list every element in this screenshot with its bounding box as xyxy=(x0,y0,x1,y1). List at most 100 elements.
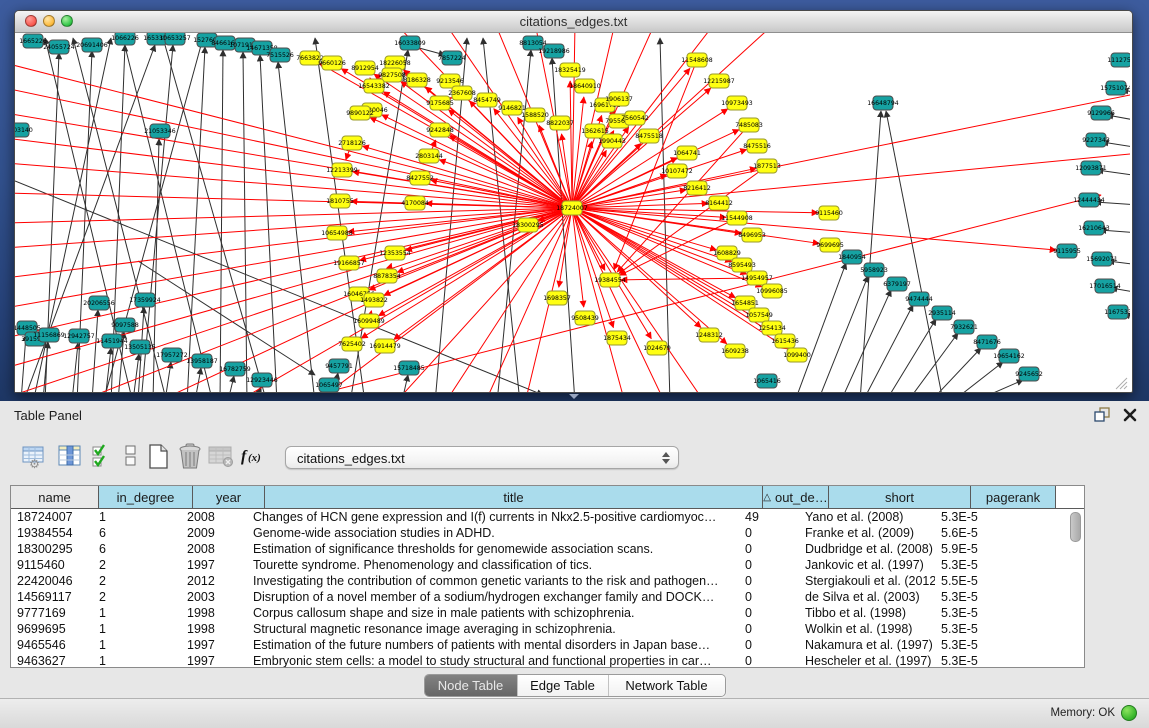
graph-node[interactable]: 15718485 xyxy=(393,361,425,375)
graph-node[interactable]: 1112753 xyxy=(1107,53,1130,67)
graph-node[interactable]: 9097588 xyxy=(111,318,139,332)
graph-node[interactable]: 10107472 xyxy=(661,164,693,178)
graph-node[interactable]: 9227343 xyxy=(1082,133,1110,147)
graph-node[interactable]: 7625402 xyxy=(338,337,366,351)
graph-node[interactable]: 1254134 xyxy=(758,321,786,335)
graph-node[interactable]: 1248312 xyxy=(695,328,723,342)
table-cell[interactable]: 1998 xyxy=(181,606,247,620)
select-rows-icon[interactable] xyxy=(90,443,114,469)
table-cell[interactable]: Estimation of the future numbers of pati… xyxy=(247,638,739,652)
graph-node[interactable]: 8878354 xyxy=(373,269,401,283)
table-cell[interactable]: 0 xyxy=(739,654,799,668)
graph-node[interactable]: 7515526 xyxy=(266,48,294,62)
graph-node[interactable]: 15751074 xyxy=(1100,81,1130,95)
vertical-scrollbar-thumb[interactable] xyxy=(1070,512,1081,542)
graph-node[interactable]: 13958187 xyxy=(186,354,218,368)
graph-node[interactable]: 12923446 xyxy=(246,373,278,387)
table-cell[interactable]: 2008 xyxy=(181,542,247,556)
table-cell[interactable]: 0 xyxy=(739,558,799,572)
column-header-name[interactable]: name xyxy=(11,486,99,508)
network-window-titlebar[interactable]: citations_edges.txt xyxy=(15,11,1132,33)
table-cell[interactable]: 9115460 xyxy=(11,558,93,572)
table-cell[interactable]: 18724007 xyxy=(11,510,93,524)
table-cell[interactable]: Estimation of significance thresholds fo… xyxy=(247,542,739,556)
column-header-indegree[interactable]: in_degree xyxy=(99,486,193,508)
column-header-year[interactable]: year xyxy=(193,486,265,508)
table-cell[interactable]: Jankovic et al. (1997) xyxy=(799,558,935,572)
graph-node[interactable]: 1493822 xyxy=(360,293,388,307)
table-cell[interactable]: Changes of HCN gene expression and I(f) … xyxy=(247,510,739,524)
table-cell[interactable]: 1 xyxy=(93,510,181,524)
graph-node[interactable]: 1057549 xyxy=(745,308,773,322)
graph-node[interactable]: 9129966 xyxy=(1087,106,1115,120)
graph-node[interactable]: 1877513 xyxy=(753,159,781,173)
table-row[interactable]: 1938455462009Genome-wide association stu… xyxy=(11,525,1084,541)
graph-node[interactable]: 8496953 xyxy=(738,228,766,242)
graph-node[interactable]: 9660126 xyxy=(318,56,346,70)
graph-node[interactable]: 1615436 xyxy=(771,334,799,348)
table-cell[interactable]: 1998 xyxy=(181,622,247,636)
graph-node[interactable]: 1167533 xyxy=(1104,305,1130,319)
graph-node[interactable]: 1065416 xyxy=(753,374,781,388)
table-cell[interactable]: 9465546 xyxy=(11,638,93,652)
table-cell[interactable]: 5.3E-5 xyxy=(935,606,1014,620)
table-cell[interactable]: 2008 xyxy=(181,510,247,524)
graph-node[interactable]: 16099489 xyxy=(353,314,385,328)
column-header-short[interactable]: short xyxy=(829,486,971,508)
graph-node[interactable]: 8475518 xyxy=(635,129,663,143)
table-cell[interactable]: 0 xyxy=(739,542,799,556)
table-cell[interactable]: 2 xyxy=(93,574,181,588)
column-header-title[interactable]: title xyxy=(265,486,763,508)
graph-node[interactable]: 8427552 xyxy=(406,171,434,185)
graph-node[interactable]: 1906137 xyxy=(605,92,633,106)
graph-node[interactable]: 12215987 xyxy=(703,74,735,88)
graph-node[interactable]: 9242848 xyxy=(426,123,454,137)
table-row[interactable]: 1872400712008Changes of HCN gene express… xyxy=(11,509,1084,525)
network-canvas[interactable]: 1872400776638229660126891295418226058982… xyxy=(15,33,1130,392)
table-cell[interactable]: Tourette syndrome. Phenomenology and cla… xyxy=(247,558,739,572)
table-cell[interactable]: 1 xyxy=(93,638,181,652)
graph-node[interactable]: 9175685 xyxy=(426,96,454,110)
network-window[interactable]: citations_edges.txt 18724007766382296601… xyxy=(14,10,1133,393)
graph-node[interactable]: 12213399 xyxy=(326,163,358,177)
graph-node[interactable]: 8454749 xyxy=(473,93,501,107)
table-cell[interactable]: 5.3E-5 xyxy=(935,622,1014,636)
table-cell[interactable]: 5.5E-5 xyxy=(935,574,1014,588)
table-cell[interactable]: 5.9E-5 xyxy=(935,542,1014,556)
graph-node[interactable]: 7560542 xyxy=(621,111,649,125)
graph-node[interactable]: 9890122 xyxy=(346,106,374,120)
table-cell[interactable]: Investigating the contribution of common… xyxy=(247,574,739,588)
graph-node[interactable]: 1810755 xyxy=(326,194,354,208)
table-cell[interactable]: 9699695 xyxy=(11,622,93,636)
graph-node[interactable]: 1875434 xyxy=(603,331,631,345)
table-cell[interactable]: 2 xyxy=(93,590,181,604)
graph-node[interactable]: 16033809 xyxy=(394,36,426,50)
split-pane-handle[interactable] xyxy=(569,394,579,399)
column-header-pagerank[interactable]: pagerank xyxy=(971,486,1056,508)
graph-node[interactable]: 21053346 xyxy=(144,124,176,138)
table-cell[interactable]: 0 xyxy=(739,638,799,652)
table-cell[interactable]: de Silva et al. (2003) xyxy=(799,590,935,604)
graph-node[interactable]: 7932621 xyxy=(950,320,978,334)
graph-node[interactable]: 8216412 xyxy=(683,181,711,195)
graph-node[interactable]: 1066226 xyxy=(111,33,139,45)
graph-node[interactable]: 11548608 xyxy=(681,53,713,67)
graph-node[interactable]: 12093871 xyxy=(1075,161,1107,175)
graph-node[interactable]: 8186328 xyxy=(403,73,431,87)
table-cell[interactable]: 1 xyxy=(93,654,181,668)
table-cell[interactable]: 5.6E-5 xyxy=(935,526,1014,540)
table-cell[interactable]: 5.3E-5 xyxy=(935,590,1014,604)
graph-node[interactable]: 9508439 xyxy=(571,311,599,325)
table-cell[interactable]: Tibbo et al. (1998) xyxy=(799,606,935,620)
graph-node[interactable]: 8164412 xyxy=(705,196,733,210)
graph-node[interactable]: 10654162 xyxy=(993,349,1025,363)
graph-node[interactable]: 12942757 xyxy=(63,329,95,343)
table-cell[interactable]: 0 xyxy=(739,574,799,588)
close-panel-icon[interactable] xyxy=(1123,408,1137,422)
table-cell[interactable]: 9463627 xyxy=(11,654,93,668)
table-cell[interactable]: 1997 xyxy=(181,638,247,652)
table-cell[interactable]: Corpus callosum shape and size in male p… xyxy=(247,606,739,620)
table-cell[interactable]: 6 xyxy=(93,542,181,556)
graph-node[interactable]: 2718126 xyxy=(338,136,366,150)
table-row[interactable]: 1456911722003Disruption of a novel membe… xyxy=(11,589,1084,605)
